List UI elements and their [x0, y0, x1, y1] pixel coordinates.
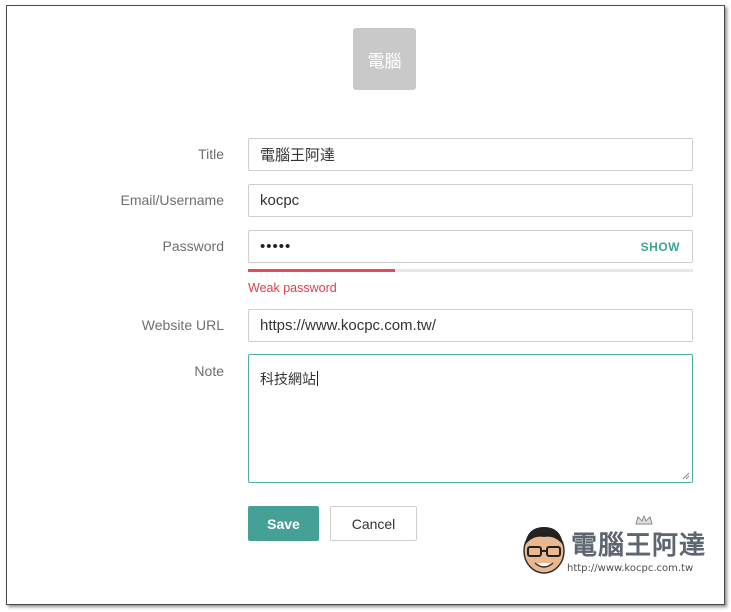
title-value: 電腦王阿達 [260, 147, 336, 164]
note-label: Note [194, 363, 224, 379]
note-value: 科技網站 [260, 371, 316, 387]
website-label: Website URL [141, 317, 224, 333]
email-label: Email/Username [120, 192, 224, 208]
resize-grip-icon[interactable] [682, 472, 690, 480]
password-strength-fill [248, 269, 395, 272]
password-value: ••••• [260, 238, 292, 255]
crown-icon [635, 515, 653, 525]
password-label: Password [162, 238, 224, 254]
item-logo: 電腦 [353, 28, 416, 90]
title-label: Title [198, 146, 224, 162]
password-strength-bar [248, 269, 693, 272]
show-password-button[interactable]: SHOW [641, 240, 692, 254]
email-input[interactable]: kocpc [248, 184, 693, 217]
watermark-title: 電腦王阿達 [571, 531, 707, 561]
note-textarea[interactable]: 科技網站 [248, 354, 693, 483]
website-value: https://www.kocpc.com.tw/ [260, 317, 436, 334]
email-value: kocpc [260, 192, 300, 209]
watermark-url: http://www.kocpc.com.tw [567, 563, 694, 574]
website-input[interactable]: https://www.kocpc.com.tw/ [248, 309, 693, 342]
save-button[interactable]: Save [248, 506, 319, 541]
password-strength-text: Weak password [248, 281, 337, 295]
watermark: 電腦王阿達 http://www.kocpc.com.tw [519, 515, 719, 581]
title-input[interactable]: 電腦王阿達 [248, 138, 693, 171]
mascot-face-icon [523, 527, 565, 574]
password-input[interactable]: ••••• SHOW [248, 230, 693, 263]
text-caret [317, 371, 318, 386]
logo-text: 電腦 [367, 51, 402, 72]
cancel-button[interactable]: Cancel [330, 506, 417, 541]
